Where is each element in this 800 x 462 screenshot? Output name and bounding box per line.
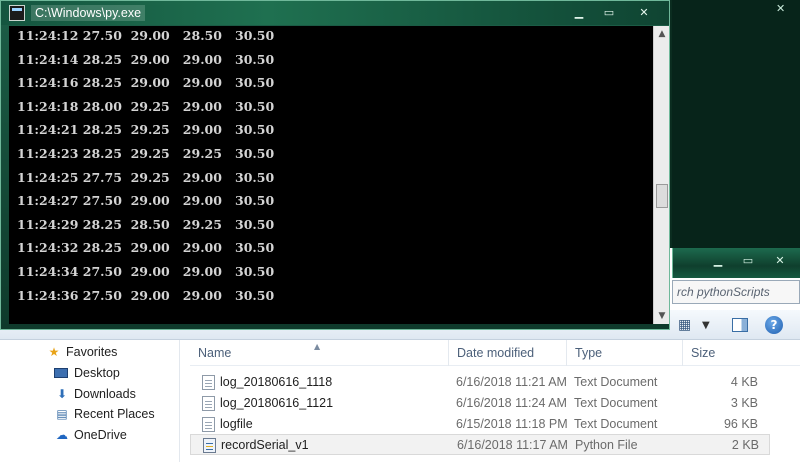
console-output[interactable]: 11:24:12 27.50 29.00 28.50 30.50 11:24:1… [9,26,669,324]
console-line: 11:24:21 28.25 29.25 29.00 30.50 [17,122,275,138]
console-titlebar[interactable]: C:\Windows\py.exe ▁ ▭ ✕ [1,1,669,25]
preview-pane-icon[interactable] [732,318,748,332]
file-size: 3 KB [730,396,758,410]
console-line: 11:24:14 28.25 29.00 29.00 30.50 [17,51,275,67]
file-type: Python File [575,438,638,452]
file-date: 6/16/2018 11:21 AM [456,375,567,389]
file-type: Text Document [574,396,658,410]
file-row[interactable]: recordSerial_v1 6/16/2018 11:17 AM Pytho… [190,434,770,455]
nav-item-label: OneDrive [74,428,127,442]
file-size: 96 KB [723,417,758,431]
file-size: 2 KB [731,438,759,452]
text-document-icon [202,417,215,432]
console-line: 11:24:18 28.00 29.25 29.00 30.50 [17,98,275,114]
console-line: 11:24:16 28.25 29.00 29.00 30.50 [17,75,275,91]
column-headers: ▲ Name Date modified Type Size [190,340,800,366]
file-name: log_20180616_1118 [220,375,333,389]
file-date: 6/16/2018 11:24 AM [456,396,567,410]
console-line: 11:24:23 28.25 29.25 29.25 30.50 [17,145,275,161]
nav-item-label: Recent Places [74,407,155,421]
console-line: 11:24:27 27.50 29.00 29.00 30.50 [17,193,275,209]
navigation-pane: ★ Favorites Desktop ⬇ Downloads ▤ Recent… [0,340,180,462]
console-line: 11:24:36 27.50 29.00 29.00 30.50 [17,287,275,303]
console-window: C:\Windows\py.exe ▁ ▭ ✕ 11:24:12 27.50 2… [0,0,670,330]
console-lines: 11:24:12 27.50 29.00 28.50 30.50 11:24:1… [17,28,274,311]
file-type: Text Document [574,417,658,431]
maximize-icon[interactable]: ▭ [737,254,759,268]
minimize-icon[interactable]: ▁ [707,254,729,268]
file-name: logfile [220,417,253,431]
column-header-date[interactable]: Date modified [448,340,566,366]
nav-favorites-label: Favorites [66,345,118,359]
close-icon[interactable]: ✕ [776,2,785,15]
onedrive-icon: ☁ [56,428,68,442]
file-size: 4 KB [730,375,758,389]
desktop-icon [54,368,68,378]
explorer-titlebar: ▁ ▭ ✕ [672,248,800,278]
file-date: 6/15/2018 11:18 PM [456,417,568,431]
column-header-label: Date modified [457,346,535,360]
file-type: Text Document [574,375,658,389]
file-name: log_20180616_1121 [220,396,334,410]
desktop-background [672,0,800,248]
file-row[interactable]: log_20180616_1121 6/16/2018 11:24 AM Tex… [190,393,770,414]
text-document-icon [202,375,215,390]
python-file-icon [203,438,216,453]
scroll-up-icon[interactable]: ▲ [654,26,670,42]
column-header-size[interactable]: Size [682,340,772,366]
console-scrollbar[interactable]: ▲ ▼ [653,26,669,324]
column-header-name[interactable]: Name [190,340,446,366]
maximize-icon[interactable]: ▭ [597,5,621,21]
text-document-icon [202,396,215,411]
console-line: 11:24:29 28.25 28.50 29.25 30.50 [17,216,275,232]
scrollbar-thumb[interactable] [656,184,668,208]
nav-item-label: Desktop [74,366,120,380]
file-row[interactable]: logfile 6/15/2018 11:18 PM Text Document… [190,414,770,435]
nav-item-label: Downloads [74,387,136,401]
window-title: C:\Windows\py.exe [31,5,146,21]
help-icon[interactable]: ? [765,316,783,334]
minimize-icon[interactable]: ▁ [567,5,591,21]
file-row[interactable]: log_20180616_1118 6/16/2018 11:21 AM Tex… [190,372,770,393]
column-header-label: Type [575,346,603,360]
recent-places-icon: ▤ [56,407,68,421]
search-input[interactable]: rch pythonScripts [672,280,800,304]
column-header-label: Name [198,346,232,360]
downloads-icon: ⬇ [56,387,68,401]
chevron-down-icon[interactable]: ▼ [702,320,710,331]
console-line: 11:24:34 27.50 29.00 29.00 30.50 [17,263,275,279]
console-app-icon[interactable] [9,5,25,21]
column-header-type[interactable]: Type [566,340,682,366]
console-line: 11:24:32 28.25 29.00 29.00 30.50 [17,240,275,256]
console-line: 11:24:12 27.50 29.00 28.50 30.50 [17,28,275,43]
file-date: 6/16/2018 11:17 AM [457,438,568,452]
close-icon[interactable]: ✕ [629,5,659,21]
file-name: recordSerial_v1 [221,438,309,452]
column-header-label: Size [691,346,716,360]
view-options-icon[interactable]: ▦ [678,317,691,333]
close-icon[interactable]: ✕ [769,254,791,268]
file-list: ▲ Name Date modified Type Size log_20180… [190,340,800,462]
console-line: 11:24:25 27.75 29.25 29.00 30.50 [17,169,275,185]
star-icon: ★ [48,345,60,359]
scroll-down-icon[interactable]: ▼ [654,308,670,324]
